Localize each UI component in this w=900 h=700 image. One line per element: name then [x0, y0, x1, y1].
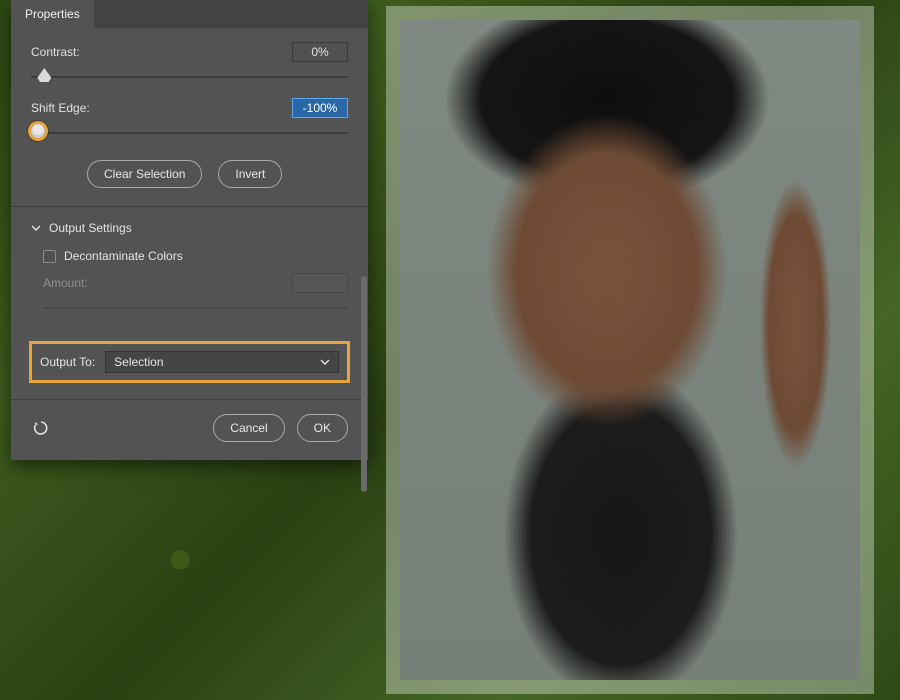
- contrast-value[interactable]: 0%: [292, 42, 348, 62]
- amount-value: [292, 273, 348, 293]
- shift-edge-slider[interactable]: [31, 122, 348, 144]
- output-settings-header[interactable]: Output Settings: [11, 207, 368, 243]
- output-to-select[interactable]: Selection: [105, 351, 339, 373]
- output-settings-title: Output Settings: [49, 221, 132, 235]
- panel-scrollbar[interactable]: [361, 276, 367, 492]
- invert-button[interactable]: Invert: [218, 160, 282, 188]
- subject-preview: [400, 20, 860, 680]
- contrast-label: Contrast:: [31, 45, 292, 59]
- shift-edge-value[interactable]: -100%: [292, 98, 348, 118]
- ok-button[interactable]: OK: [297, 414, 348, 442]
- output-to-row: Output To: Selection: [29, 341, 350, 383]
- decontaminate-colors-label: Decontaminate Colors: [64, 249, 183, 263]
- cancel-button[interactable]: Cancel: [213, 414, 284, 442]
- amount-slider: [43, 297, 348, 319]
- contrast-slider[interactable]: [31, 66, 348, 88]
- panel-tabbar: Properties: [11, 0, 368, 28]
- reset-icon[interactable]: [31, 418, 51, 438]
- clear-selection-button[interactable]: Clear Selection: [87, 160, 202, 188]
- chevron-down-icon: [31, 223, 41, 233]
- decontaminate-colors-checkbox[interactable]: [43, 250, 56, 263]
- shift-edge-label: Shift Edge:: [31, 101, 292, 115]
- chevron-down-icon: [320, 357, 330, 367]
- output-to-label: Output To:: [40, 355, 95, 369]
- properties-panel: Properties Contrast: 0% Shift Edge: -100…: [11, 0, 368, 460]
- tab-properties[interactable]: Properties: [11, 0, 94, 28]
- amount-label: Amount:: [43, 276, 292, 290]
- output-to-value: Selection: [114, 355, 163, 369]
